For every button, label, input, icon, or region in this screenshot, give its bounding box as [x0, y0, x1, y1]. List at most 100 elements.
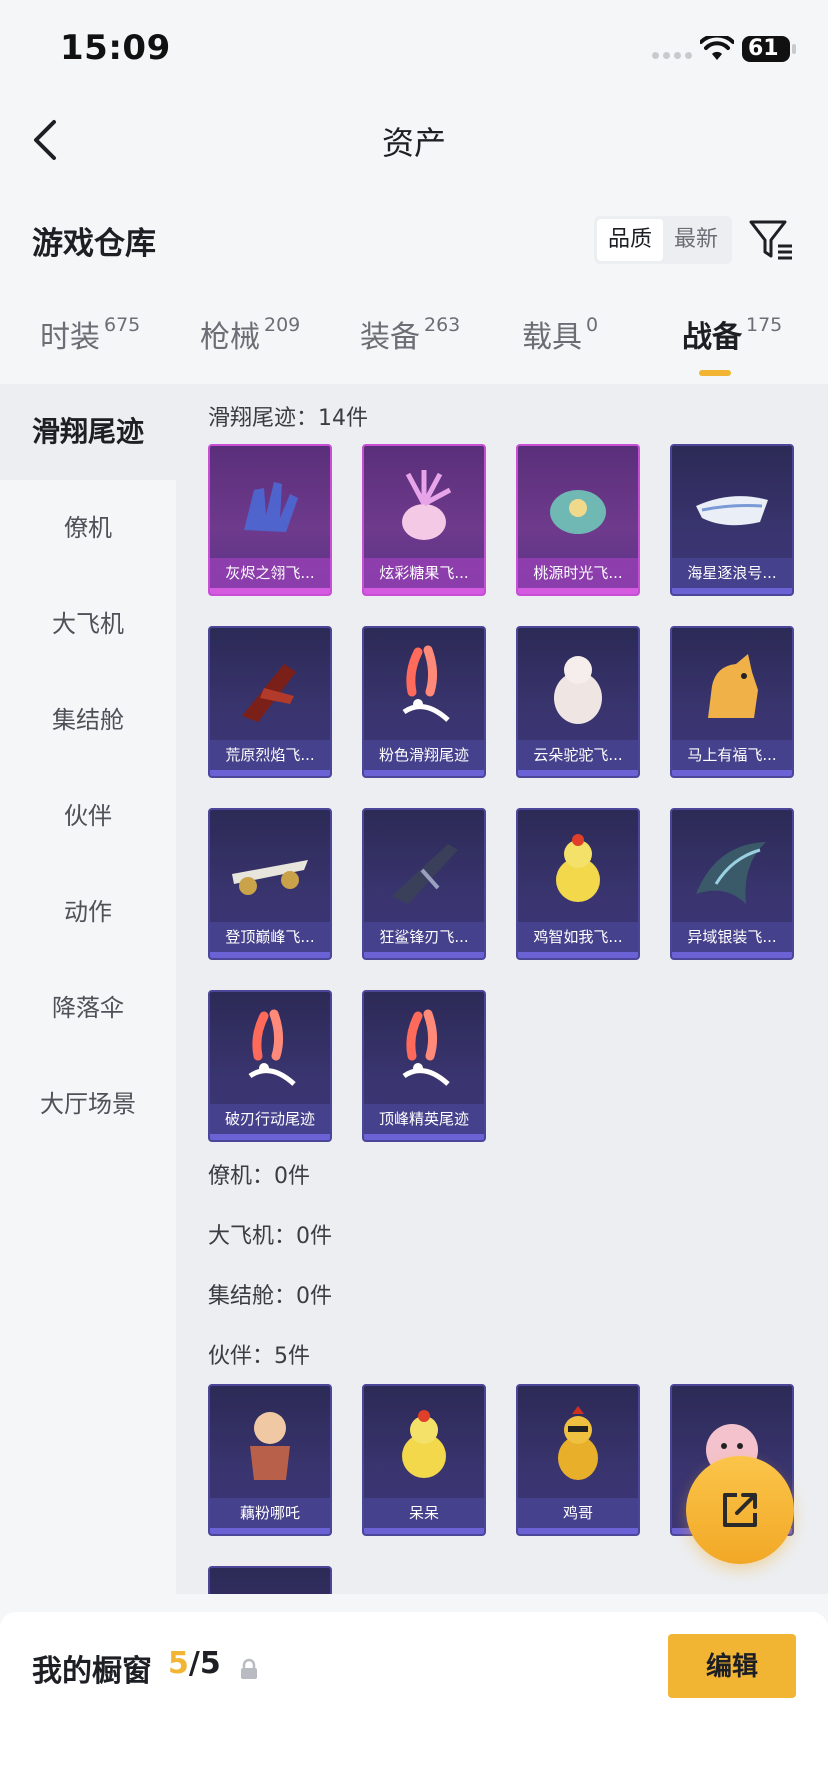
rarity-bar — [364, 1528, 484, 1534]
tab-label: 载具 — [522, 320, 582, 355]
item-card[interactable]: 登顶巅峰飞... — [208, 808, 332, 960]
tab-label: 枪械 — [200, 320, 260, 355]
sidebar: 滑翔尾迹 僚机 大飞机 集结舱 伙伴 动作 降落伞 大厅场景 — [0, 384, 176, 1594]
tab-count: 0 — [586, 314, 599, 336]
item-card[interactable]: 顶峰精英尾迹 — [362, 990, 486, 1142]
sidebar-item-lobby-scene[interactable]: 大厅场景 — [0, 1056, 176, 1152]
wifi-icon — [700, 36, 734, 60]
item-name: 顶峰精英尾迹 — [364, 1104, 484, 1134]
rarity-bar — [364, 952, 484, 958]
sidebar-item-glide-trail[interactable]: 滑翔尾迹 — [0, 384, 176, 480]
item-card[interactable] — [208, 1566, 332, 1594]
sidebar-item-parachute[interactable]: 降落伞 — [0, 960, 176, 1056]
item-card[interactable]: 藕粉哪吒 — [208, 1384, 332, 1536]
item-name: 破刃行动尾迹 — [210, 1104, 330, 1134]
tab-fashion[interactable]: 时装 675 — [40, 312, 140, 356]
category-tabs: 时装 675 枪械 209 装备 263 载具 0 战备 175 — [0, 312, 828, 382]
rarity-bar — [672, 952, 792, 958]
nav-bar: 资产 — [0, 100, 828, 180]
tab-count: 263 — [424, 314, 461, 336]
item-card[interactable]: 鸡哥 — [516, 1384, 640, 1536]
battery-icon: 61 — [742, 36, 790, 62]
showcase-total: /5 — [188, 1646, 221, 1681]
rarity-bar — [518, 952, 638, 958]
nezha-icon — [250, 1412, 290, 1480]
page-title: 资产 — [381, 124, 446, 162]
sidebar-item-emote[interactable]: 动作 — [0, 864, 176, 960]
item-card[interactable]: 云朵驼驼飞... — [516, 626, 640, 778]
showcase-count: 5/5 — [168, 1646, 221, 1681]
candy-icon — [402, 470, 452, 540]
item-card[interactable]: 狂鲨锋刃飞... — [362, 808, 486, 960]
item-name: 粉色滑翔尾迹 — [364, 740, 484, 770]
item-name: 炫彩糖果飞... — [364, 558, 484, 588]
share-button[interactable] — [686, 1456, 794, 1564]
item-name: 异域银装飞... — [672, 922, 792, 952]
rarity-bar — [518, 1528, 638, 1534]
lock-icon — [241, 1658, 257, 1679]
filter-icon[interactable] — [748, 216, 794, 264]
item-name: 呆呆 — [364, 1498, 484, 1528]
item-card[interactable]: 破刃行动尾迹 — [208, 990, 332, 1142]
item-name: 登顶巅峰飞... — [210, 922, 330, 952]
item-name: 云朵驼驼飞... — [518, 740, 638, 770]
shark-icon — [392, 844, 458, 904]
tab-firearms[interactable]: 枪械 209 — [200, 312, 300, 356]
tab-count: 209 — [264, 314, 301, 336]
signal-icon — [652, 52, 692, 59]
rooster-icon — [558, 1406, 598, 1480]
section-title-wingman: 僚机：0件 — [208, 1164, 310, 1189]
rarity-bar — [210, 1528, 330, 1534]
rarity-bar — [518, 588, 638, 594]
edit-button[interactable]: 编辑 — [668, 1634, 796, 1698]
trail-icon — [248, 1009, 296, 1086]
item-card[interactable]: 粉色滑翔尾迹 — [362, 626, 486, 778]
item-name: 马上有福飞... — [672, 740, 792, 770]
item-card[interactable]: 鸡智如我飞... — [516, 808, 640, 960]
wing-icon — [696, 842, 766, 904]
tab-count: 675 — [104, 314, 141, 336]
showcase-bar: 我的橱窗 5/5 编辑 — [0, 1612, 828, 1792]
item-name: 灰烬之翎飞... — [210, 558, 330, 588]
item-card[interactable]: 荒原烈焰飞... — [208, 626, 332, 778]
tab-count: 175 — [746, 314, 783, 336]
item-card[interactable]: 灰烬之翎飞... — [208, 444, 332, 596]
item-card[interactable]: 炫彩糖果飞... — [362, 444, 486, 596]
rarity-bar — [210, 770, 330, 776]
sidebar-item-partner[interactable]: 伙伴 — [0, 768, 176, 864]
sidebar-item-big-plane[interactable]: 大飞机 — [0, 576, 176, 672]
rarity-bar — [672, 770, 792, 776]
item-card[interactable]: 呆呆 — [362, 1384, 486, 1536]
warehouse-header: 游戏仓库 品质 最新 — [0, 206, 828, 276]
rarity-bar — [518, 770, 638, 776]
tab-label: 时装 — [40, 320, 100, 355]
boat-icon — [696, 496, 768, 526]
tab-equipment[interactable]: 装备 263 — [360, 312, 460, 356]
item-name: 桃源时光飞... — [518, 558, 638, 588]
sort-newest-button[interactable]: 最新 — [663, 219, 729, 261]
plane-icon — [232, 860, 308, 895]
item-card[interactable]: 马上有福飞... — [670, 626, 794, 778]
tab-vehicles[interactable]: 载具 0 — [522, 312, 598, 356]
section-title-partner: 伙伴：5件 — [208, 1344, 310, 1369]
section-title-assembly-pod: 集结舱：0件 — [208, 1284, 332, 1309]
item-card[interactable]: 桃源时光飞... — [516, 444, 640, 596]
item-name: 鸡哥 — [518, 1498, 638, 1528]
sort-toggle: 品质 最新 — [594, 216, 732, 264]
item-card[interactable]: 异域银装飞... — [670, 808, 794, 960]
share-icon — [723, 1493, 757, 1527]
tab-label: 装备 — [360, 320, 420, 355]
sidebar-item-wingman[interactable]: 僚机 — [0, 480, 176, 576]
glove-icon — [244, 482, 298, 532]
showcase-label: 我的橱窗 — [32, 1654, 152, 1689]
active-tab-indicator — [699, 370, 731, 376]
rarity-bar — [364, 770, 484, 776]
showcase-current: 5 — [168, 1646, 189, 1681]
sort-quality-button[interactable]: 品质 — [597, 219, 663, 261]
item-name: 狂鲨锋刃飞... — [364, 922, 484, 952]
sidebar-item-assembly-pod[interactable]: 集结舱 — [0, 672, 176, 768]
item-card[interactable]: 海星逐浪号... — [670, 444, 794, 596]
rarity-bar — [672, 588, 792, 594]
tab-combat-gear[interactable]: 战备 175 — [682, 312, 782, 356]
section-title-glide-trail: 滑翔尾迹：14件 — [208, 406, 368, 431]
